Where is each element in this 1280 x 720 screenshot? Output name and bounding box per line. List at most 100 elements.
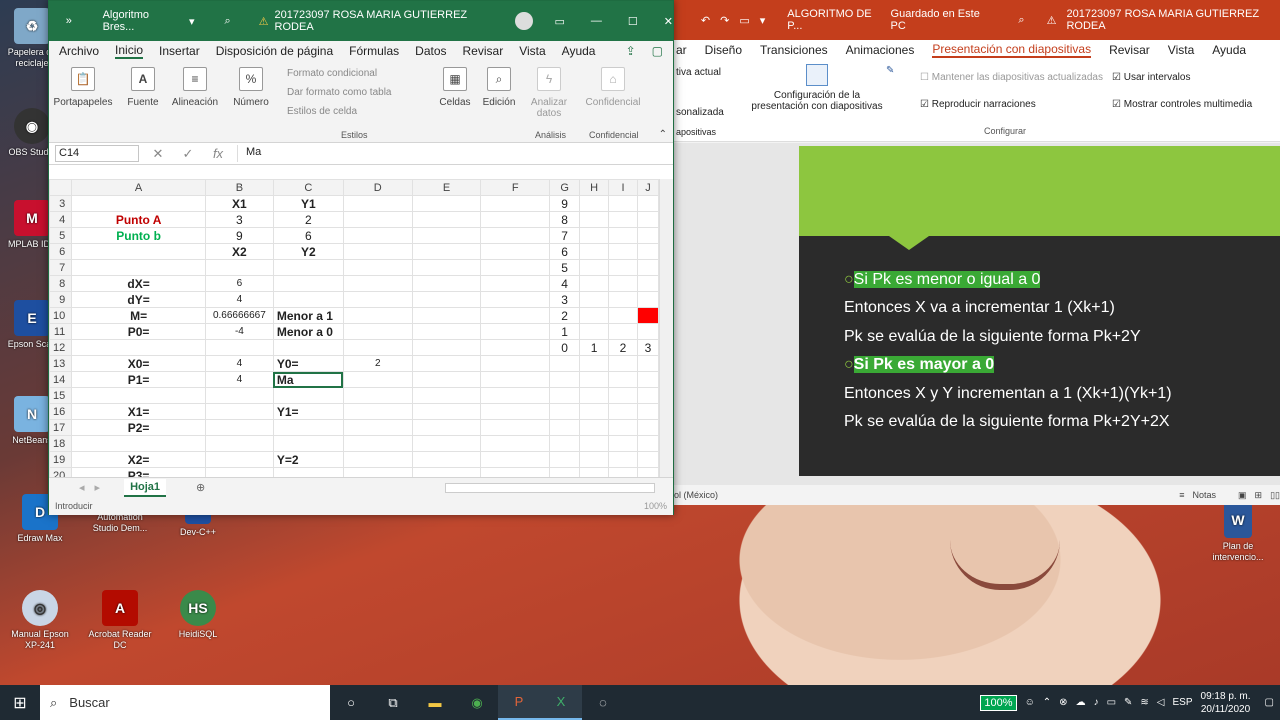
cell-a11[interactable]: P0= [71, 323, 206, 340]
cell-e9[interactable] [411, 291, 482, 308]
file-explorer-icon[interactable]: ▬ [414, 685, 456, 720]
cell-d13[interactable]: 2 [342, 355, 413, 372]
formato-condicional-button[interactable]: Formato condicional [287, 68, 377, 79]
cell-b10[interactable]: 0.66666667 [204, 307, 274, 324]
cell-e14[interactable] [411, 371, 482, 388]
cell-d9[interactable] [342, 291, 413, 308]
cell-g17[interactable] [549, 419, 581, 436]
column-header[interactable]: B [204, 179, 274, 196]
cell-h16[interactable] [579, 403, 610, 420]
portapapeles-button[interactable]: 📋 Portapapeles [53, 67, 113, 108]
alineacion-button[interactable]: ≡ Alineación [165, 67, 225, 108]
cell-g13[interactable] [549, 355, 581, 372]
cell-a17[interactable]: P2= [71, 419, 206, 436]
cell-c18[interactable] [272, 435, 344, 452]
cell-a8[interactable]: dX= [71, 275, 206, 292]
cell-e19[interactable] [411, 451, 482, 468]
ppt-ribbon-actual[interactable]: tiva actual [676, 67, 721, 78]
excel-user-name[interactable]: 201723097 ROSA MARIA GUTIERREZ RODEA [275, 9, 507, 33]
cell-c8[interactable] [272, 275, 344, 292]
cell-d14[interactable] [342, 371, 413, 388]
insert-function-icon[interactable]: fx [207, 146, 229, 161]
cell-e5[interactable] [411, 227, 482, 244]
cell-g8[interactable]: 4 [549, 275, 581, 292]
cell-h19[interactable] [579, 451, 610, 468]
taskbar-search[interactable]: ⌕ Buscar [40, 685, 330, 720]
estilos-celda-button[interactable]: Estilos de celda [287, 106, 357, 117]
cell-f4[interactable] [480, 211, 551, 228]
cell-i6[interactable] [608, 243, 638, 260]
column-header[interactable]: J [636, 179, 659, 196]
row-header[interactable]: 5 [49, 227, 73, 244]
prev-sheet-icon[interactable]: ◂ [79, 481, 85, 494]
tab-inicio[interactable]: Inicio [115, 43, 144, 59]
cell-j17[interactable] [636, 419, 659, 436]
cell-d10[interactable] [342, 307, 413, 324]
cell-g11[interactable]: 1 [549, 323, 581, 340]
record-icon[interactable]: ✎ [886, 65, 894, 76]
ppt-saved-status[interactable]: Guardado en Este PC [891, 8, 989, 32]
cell-j9[interactable] [636, 291, 659, 308]
maximize-icon[interactable]: ☐ [628, 15, 638, 28]
ribbon-display-icon[interactable]: ▭ [555, 15, 565, 28]
cell-i10[interactable] [608, 307, 638, 324]
cell-i9[interactable] [608, 291, 638, 308]
cell-g16[interactable] [549, 403, 581, 420]
cell-g19[interactable] [549, 451, 581, 468]
cell-c6[interactable]: Y2 [272, 243, 344, 260]
pen-icon[interactable]: ✎ [1124, 697, 1132, 708]
volume-icon[interactable]: ◁ [1157, 697, 1165, 708]
tab-insertar[interactable]: Insertar [159, 44, 200, 58]
cell-d18[interactable] [342, 435, 413, 452]
sorter-view-icon[interactable]: ⊞ [1255, 490, 1263, 501]
cell-j5[interactable] [636, 227, 659, 244]
cell-e12[interactable] [411, 339, 482, 356]
cell-b20[interactable] [204, 467, 274, 477]
notifications-icon[interactable]: ▢ [1265, 697, 1274, 708]
cell-e16[interactable] [411, 403, 482, 420]
windows-start-icon[interactable]: ⊞ [0, 685, 40, 720]
cell-c3[interactable]: Y1 [272, 195, 344, 212]
cell-c7[interactable] [272, 259, 344, 276]
row-header[interactable]: 16 [49, 403, 73, 420]
mantener-checkbox[interactable]: ☐ Mantener las diapositivas actualizadas [920, 72, 1103, 83]
avatar[interactable] [514, 12, 533, 30]
row-header[interactable]: 17 [49, 419, 73, 436]
redo-icon[interactable]: ↷ [720, 14, 729, 27]
cell-c17[interactable] [272, 419, 344, 436]
normal-view-icon[interactable]: ▣ [1238, 490, 1247, 501]
ppt-ribbon-personalizada[interactable]: sonalizada [676, 107, 724, 118]
undo-icon[interactable]: ↶ [701, 14, 710, 27]
cancel-entry-icon[interactable]: ✕ [147, 146, 169, 162]
close-icon[interactable]: ✕ [664, 15, 673, 28]
cell-f20[interactable] [480, 467, 551, 477]
cell-b7[interactable] [204, 259, 274, 276]
name-box[interactable]: C14 [55, 145, 139, 162]
column-header[interactable]: D [342, 179, 413, 196]
quick-access-icon[interactable]: » [49, 15, 89, 27]
cell-b3[interactable]: X1 [204, 195, 274, 212]
next-sheet-icon[interactable]: ▸ [95, 481, 101, 494]
row-header[interactable]: 10 [49, 307, 73, 324]
cell-h9[interactable] [579, 291, 610, 308]
cell-h10[interactable] [579, 307, 610, 324]
cell-j15[interactable] [636, 387, 659, 404]
cell-b9[interactable]: 4 [204, 291, 274, 308]
cell-j6[interactable] [636, 243, 659, 260]
tab-revisar[interactable]: Revisar [463, 44, 504, 58]
cell-e18[interactable] [411, 435, 482, 452]
cell-f13[interactable] [480, 355, 551, 372]
row-header[interactable]: 8 [49, 275, 73, 292]
app-icon[interactable]: ◌ [582, 685, 624, 720]
cell-g7[interactable]: 5 [549, 259, 581, 276]
cell-a18[interactable] [71, 435, 206, 452]
cell-b6[interactable]: X2 [204, 243, 274, 260]
cell-i18[interactable] [608, 435, 638, 452]
tab-transiciones[interactable]: Transiciones [760, 43, 828, 57]
cell-d15[interactable] [342, 387, 413, 404]
cell-i5[interactable] [608, 227, 638, 244]
cell-c10[interactable]: Menor a 1 [272, 307, 344, 324]
cell-h17[interactable] [579, 419, 610, 436]
tab-ayuda[interactable]: Ayuda [562, 44, 596, 58]
cell-f19[interactable] [480, 451, 551, 468]
